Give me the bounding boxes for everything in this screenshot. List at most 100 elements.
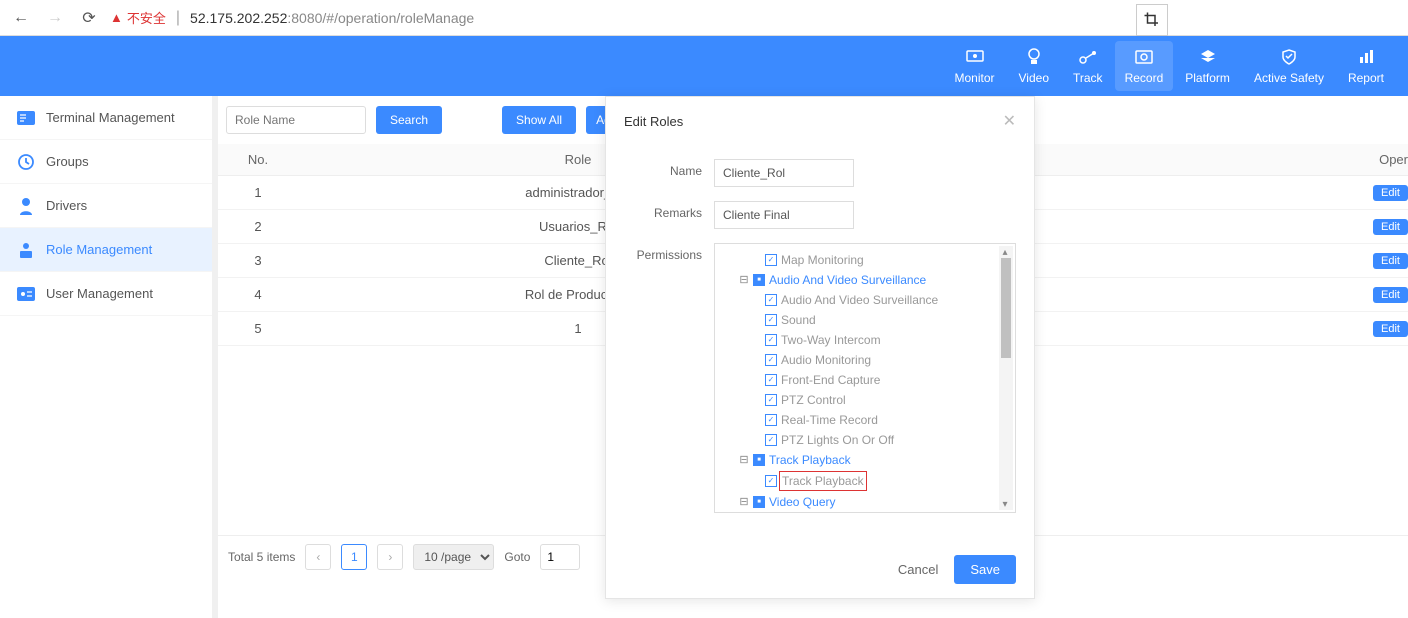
nav-monitor[interactable]: Monitor xyxy=(943,47,1007,85)
sidebar-item-label: Role Management xyxy=(46,242,152,257)
nav-report[interactable]: Report xyxy=(1336,47,1396,85)
sidebar-item-role-management[interactable]: Role Management xyxy=(0,228,212,272)
sidebar-item-user-management[interactable]: User Management xyxy=(0,272,212,316)
checkbox[interactable] xyxy=(765,354,777,366)
name-input[interactable] xyxy=(714,159,854,187)
checkbox[interactable] xyxy=(765,475,777,487)
tree-node[interactable]: Front-End Capture xyxy=(721,370,1009,390)
shield-icon xyxy=(1279,47,1299,67)
tree-label: Map Monitoring xyxy=(781,251,864,269)
back-button[interactable]: ← xyxy=(8,5,34,31)
checkbox[interactable] xyxy=(753,496,765,508)
url-divider: | xyxy=(176,9,180,27)
modal-title: Edit Roles xyxy=(624,114,683,129)
cancel-button[interactable]: Cancel xyxy=(898,562,938,577)
permissions-tree[interactable]: Map Monitoring⊟Audio And Video Surveilla… xyxy=(714,243,1016,513)
nav-video[interactable]: Video xyxy=(1007,47,1061,85)
checkbox[interactable] xyxy=(765,294,777,306)
tree-node[interactable]: Track Playback xyxy=(721,470,1009,492)
expand-icon[interactable]: ⊟ xyxy=(739,452,749,469)
sidebar-item-label: Groups xyxy=(46,154,89,169)
sidebar-item-terminal[interactable]: Terminal Management xyxy=(0,96,212,140)
checkbox[interactable] xyxy=(753,274,765,286)
tree-node[interactable]: PTZ Control xyxy=(721,390,1009,410)
forward-button[interactable]: → xyxy=(42,5,68,31)
tree-label: Two-Way Intercom xyxy=(781,331,881,349)
tree-label: Sound xyxy=(781,311,816,329)
url-text[interactable]: 52.175.202.252:8080/#/operation/roleMana… xyxy=(190,10,474,26)
close-icon[interactable]: ✕ xyxy=(1003,111,1016,131)
sidebar: Terminal Management Groups Drivers Role … xyxy=(0,96,212,618)
tree-label: Track Playback xyxy=(769,451,851,469)
edit-button[interactable]: Edit xyxy=(1373,219,1408,235)
terminal-icon xyxy=(16,108,36,128)
search-button[interactable]: Search xyxy=(376,106,442,134)
record-icon xyxy=(1134,47,1154,67)
tree-node[interactable]: PTZ Lights On Or Off xyxy=(721,430,1009,450)
scrollbar[interactable]: ▴ ▾ xyxy=(999,246,1013,510)
reload-button[interactable]: ⟳ xyxy=(76,5,102,31)
sidebar-item-label: Terminal Management xyxy=(46,110,175,125)
tree-node[interactable]: ⊟Audio And Video Surveillance xyxy=(721,270,1009,290)
pager-page[interactable]: 1 xyxy=(341,544,367,570)
nav-track-label: Track xyxy=(1073,71,1103,85)
scroll-up-icon[interactable]: ▴ xyxy=(999,246,1011,258)
scrollbar-thumb[interactable] xyxy=(1001,258,1011,358)
save-button[interactable]: Save xyxy=(954,555,1016,584)
tree-node[interactable]: Audio And Video Surveillance xyxy=(721,290,1009,310)
tree-node[interactable]: Audio Monitoring xyxy=(721,350,1009,370)
tree-node[interactable]: Video Query xyxy=(721,512,1009,513)
checkbox[interactable] xyxy=(765,414,777,426)
cell-no: 1 xyxy=(218,176,298,210)
pager-prev[interactable]: ‹ xyxy=(305,544,331,570)
pager-perpage[interactable]: 10 /page xyxy=(413,544,494,570)
nav-video-label: Video xyxy=(1019,71,1049,85)
edit-button[interactable]: Edit xyxy=(1373,185,1408,201)
ssl-warning[interactable]: ▲ 不安全 xyxy=(110,8,166,27)
checkbox[interactable] xyxy=(753,454,765,466)
cell-no: 5 xyxy=(218,312,298,346)
sidebar-item-label: Drivers xyxy=(46,198,87,213)
expand-icon[interactable]: ⊟ xyxy=(739,272,749,289)
crop-tool-icon[interactable] xyxy=(1136,4,1168,36)
nav-active-safety[interactable]: Active Safety xyxy=(1242,47,1336,85)
sidebar-item-drivers[interactable]: Drivers xyxy=(0,184,212,228)
sidebar-item-groups[interactable]: Groups xyxy=(0,140,212,184)
edit-button[interactable]: Edit xyxy=(1373,287,1408,303)
nav-platform[interactable]: Platform xyxy=(1173,47,1242,85)
scroll-down-icon[interactable]: ▾ xyxy=(999,498,1011,510)
edit-button[interactable]: Edit xyxy=(1373,253,1408,269)
nav-record[interactable]: Record xyxy=(1115,41,1174,91)
checkbox[interactable] xyxy=(765,334,777,346)
remarks-input[interactable] xyxy=(714,201,854,229)
pager-total: Total 5 items xyxy=(228,550,295,564)
header-no: No. xyxy=(218,144,298,176)
expand-icon[interactable]: ⊟ xyxy=(739,494,749,511)
tree-node[interactable]: Real-Time Record xyxy=(721,410,1009,430)
tree-node[interactable]: ⊟Video Query xyxy=(721,492,1009,512)
name-label: Name xyxy=(624,159,714,178)
edit-button[interactable]: Edit xyxy=(1373,321,1408,337)
nav-report-label: Report xyxy=(1348,71,1384,85)
checkbox[interactable] xyxy=(765,254,777,266)
ssl-warning-text: 不安全 xyxy=(127,8,166,27)
tree-node[interactable]: Sound xyxy=(721,310,1009,330)
tree-label: Real-Time Record xyxy=(781,411,878,429)
tree-label: PTZ Control xyxy=(781,391,846,409)
tree-node[interactable]: Two-Way Intercom xyxy=(721,330,1009,350)
nav-track[interactable]: Track xyxy=(1061,47,1115,85)
tree-label: Track Playback xyxy=(779,471,867,491)
tree-node[interactable]: Map Monitoring xyxy=(721,250,1009,270)
checkbox[interactable] xyxy=(765,394,777,406)
tree-node[interactable]: ⊟ Track Playback xyxy=(721,450,1009,470)
pager-goto-input[interactable] xyxy=(540,544,580,570)
checkbox[interactable] xyxy=(765,434,777,446)
permissions-label: Permissions xyxy=(624,243,714,262)
monitor-icon xyxy=(965,47,985,67)
show-all-button[interactable]: Show All xyxy=(502,106,576,134)
warning-icon: ▲ xyxy=(110,10,123,25)
checkbox[interactable] xyxy=(765,374,777,386)
checkbox[interactable] xyxy=(765,314,777,326)
search-input[interactable] xyxy=(226,106,366,134)
pager-next[interactable]: › xyxy=(377,544,403,570)
